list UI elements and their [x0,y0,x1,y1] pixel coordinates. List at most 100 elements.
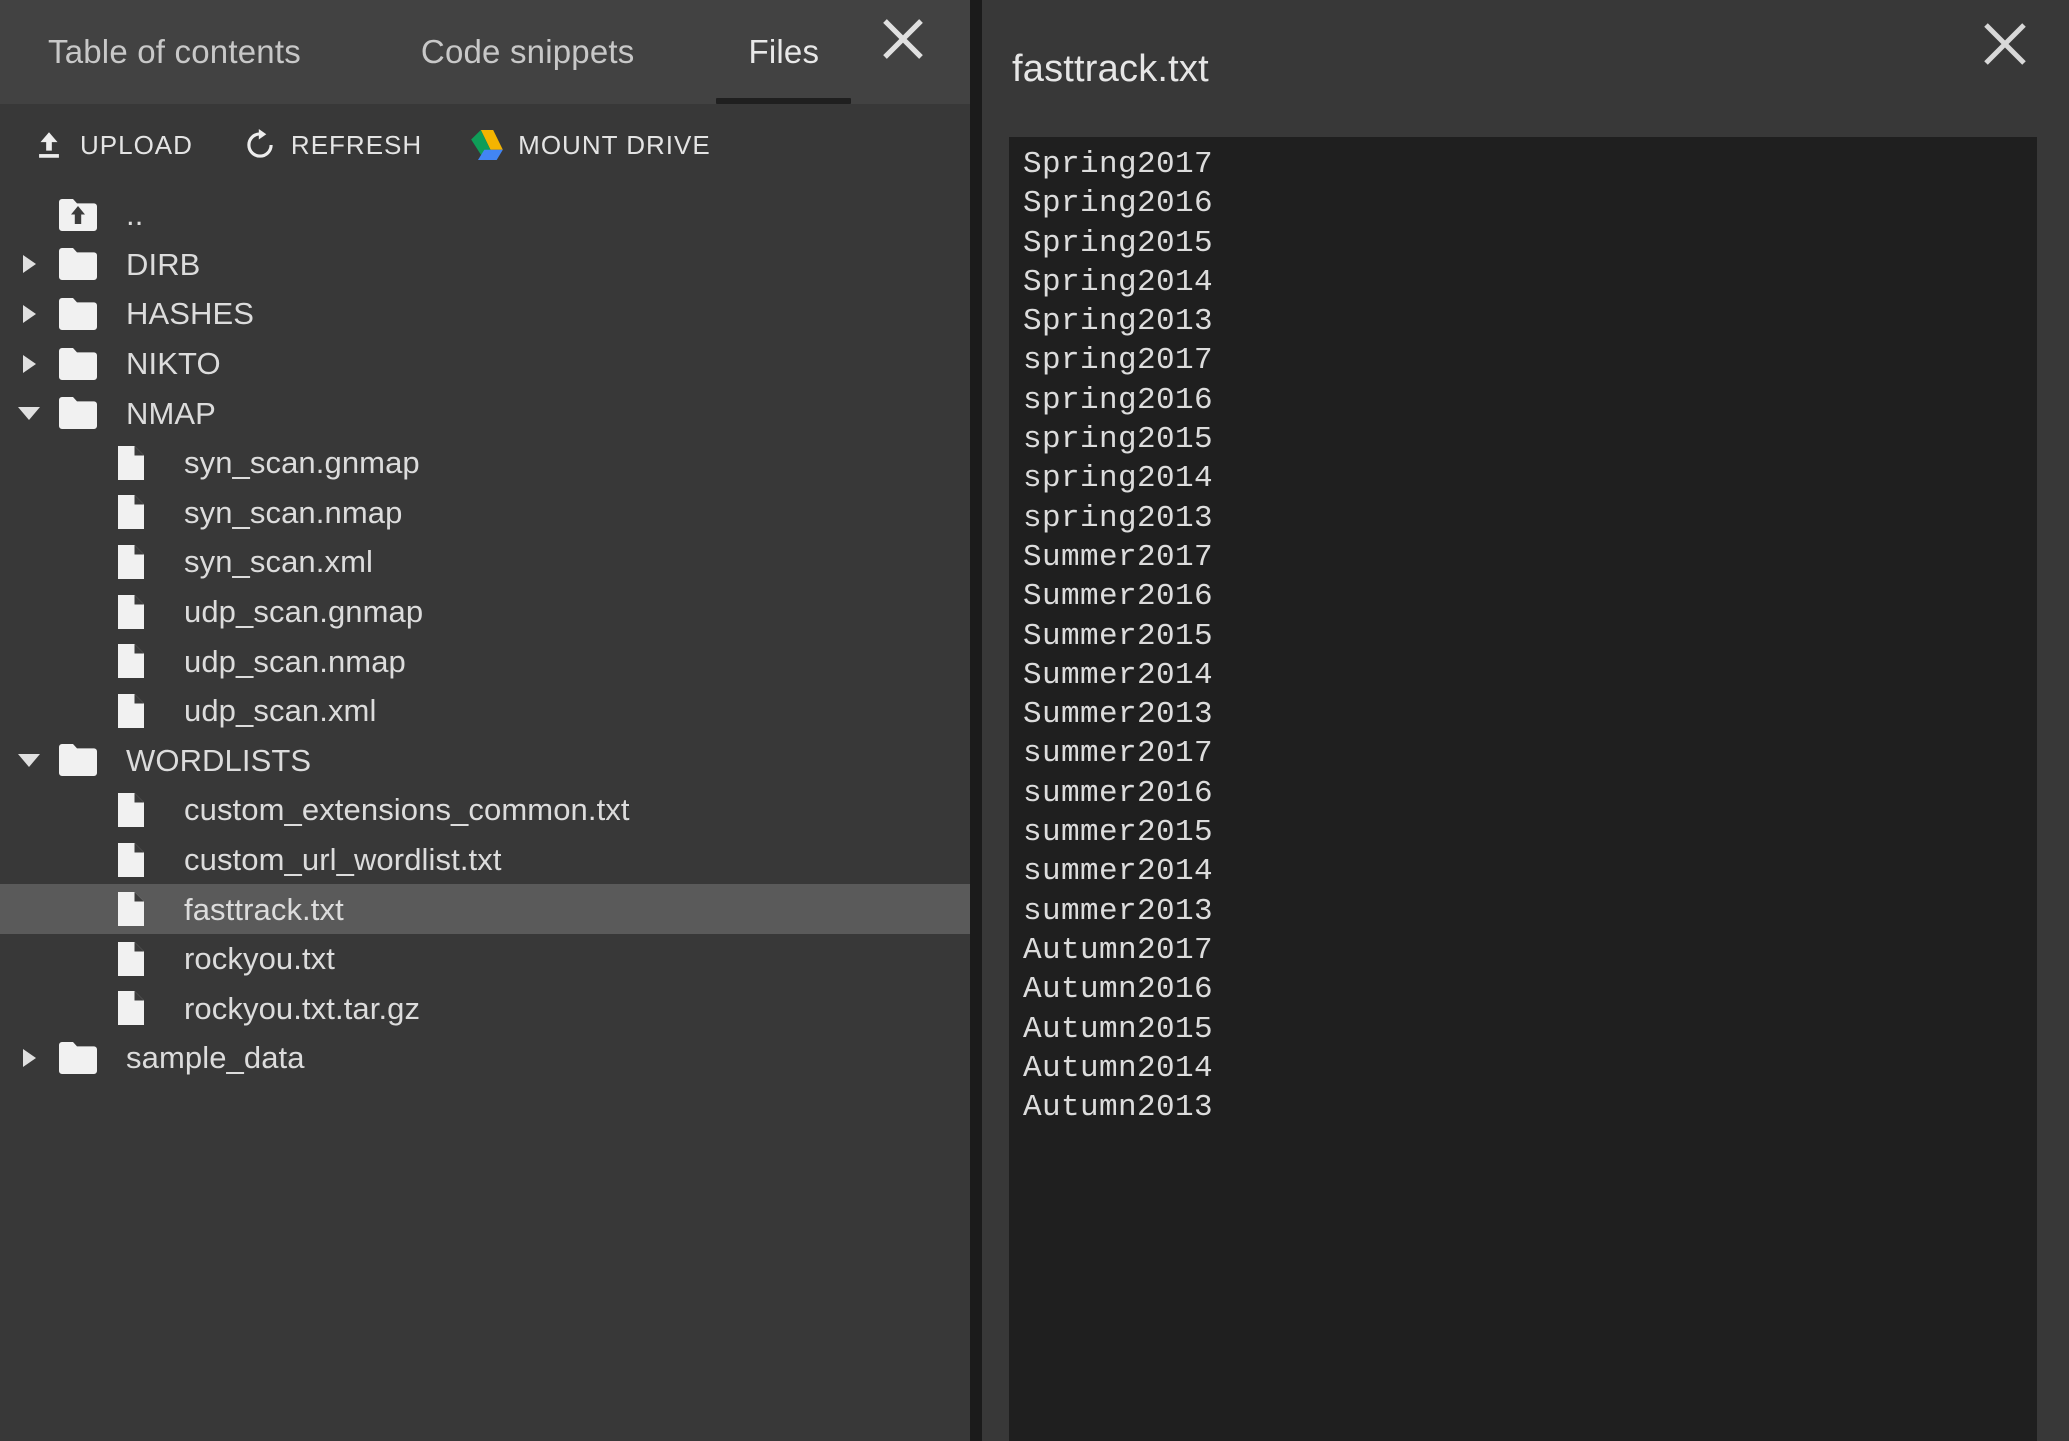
file-icon [118,941,144,976]
file-icon [116,934,172,984]
file-tree-file-row[interactable]: udp_scan.xml [0,686,970,736]
tree-row-label: DIRB [126,246,201,282]
folder-icon [59,397,97,430]
file-icon [116,438,172,488]
chevron-right-icon[interactable] [0,240,58,290]
tree-caret-spacer [58,537,116,587]
mount-drive-button[interactable]: MOUNT DRIVE [454,115,723,175]
file-tree[interactable]: .. DIRB HASHES NIKTO NMAP syn_scan.gnmap syn_s… [0,186,970,1441]
file-tree-file-row[interactable]: syn_scan.gnmap [0,438,970,488]
close-panel-button[interactable] [872,8,934,70]
chevron-right-icon[interactable] [0,339,58,389]
files-panel: Table of contents Code snippets Files UP… [0,0,970,1441]
tab-code-snippets[interactable]: Code snippets [377,0,679,104]
editor-code-line: summer2017 [1023,736,1214,772]
chevron-down-icon[interactable] [0,388,58,438]
editor-content-area[interactable]: Spring2017 Spring2016 Spring2015 Spring2014… [1009,137,2037,1441]
chevron-right-icon[interactable] [0,1033,58,1083]
chevron-down-icon[interactable] [0,736,58,786]
parent-folder-icon [59,198,97,231]
tree-row-label: syn_scan.gnmap [184,445,420,481]
editor-code-line: Spring2013 [1023,304,1214,340]
file-icon [116,488,172,538]
tab-table-of-contents[interactable]: Table of contents [0,0,349,104]
file-tree-folder-row[interactable]: DIRB [0,240,970,290]
folder-icon [58,388,114,438]
chevron-right-icon[interactable] [0,289,58,339]
panel-tabbar: Table of contents Code snippets Files [0,0,970,104]
file-icon [118,693,144,728]
editor-code-line: Spring2014 [1023,264,1214,300]
tree-row-label: rockyou.txt [184,941,335,977]
file-tree-file-row[interactable]: syn_scan.xml [0,537,970,587]
editor-code-line: summer2015 [1023,815,1214,851]
file-icon [116,884,172,934]
editor-code-line: Summer2013 [1023,697,1214,733]
editor-code-line: Spring2017 [1023,147,1214,182]
upload-icon [28,124,70,166]
file-icon [118,594,144,629]
editor-code-line: Summer2017 [1023,539,1214,575]
folder-icon [58,736,114,786]
folder-icon [59,248,97,281]
tree-caret-spacer [58,686,116,736]
file-icon [116,835,172,885]
editor-code-line: Autumn2017 [1023,932,1214,968]
close-editor-button[interactable] [1973,12,2037,76]
file-tree-folder-row[interactable]: NIKTO [0,339,970,389]
folder-icon [59,1041,97,1074]
tree-caret-spacer [58,984,116,1034]
folder-icon [59,297,97,330]
tree-row-label: udp_scan.nmap [184,643,406,679]
folder-icon [58,240,114,290]
editor-code-line: spring2016 [1023,382,1214,418]
folder-icon [58,339,114,389]
file-tree-file-row[interactable]: custom_extensions_common.txt [0,785,970,835]
editor-code-line: Summer2014 [1023,657,1214,693]
close-icon [883,19,923,59]
editor-code-line: summer2016 [1023,775,1214,811]
tab-files[interactable]: Files [708,0,859,104]
file-tree-folder-row[interactable]: NMAP [0,388,970,438]
files-toolbar: UPLOAD REFRESH MOUNT DRIVE [0,104,970,186]
tree-caret-spacer [58,636,116,686]
editor-code-line: spring2013 [1023,500,1214,536]
mount-drive-button-label: MOUNT DRIVE [518,130,711,160]
editor-code-line: Autumn2016 [1023,972,1214,1008]
file-icon [116,785,172,835]
refresh-button-label: REFRESH [290,130,423,160]
tree-row-label: rockyou.txt.tar.gz [184,990,421,1026]
editor-code-line: summer2013 [1023,893,1214,929]
tree-row-label: custom_url_wordlist.txt [184,842,502,878]
editor-code-line: spring2014 [1023,461,1214,497]
file-tree-file-row[interactable]: rockyou.txt [0,934,970,984]
editor-code-line: Autumn2015 [1023,1011,1214,1047]
parent-folder-icon [58,190,114,240]
upload-button[interactable]: UPLOAD [16,115,205,175]
tab-label: Table of contents [48,33,301,70]
file-icon [118,495,144,530]
file-tree-file-row[interactable]: rockyou.txt.tar.gz [0,984,970,1034]
file-tree-folder-row[interactable]: WORDLISTS [0,736,970,786]
file-icon [118,842,144,877]
file-tree-file-row[interactable]: udp_scan.nmap [0,636,970,686]
file-tree-file-row[interactable]: fasttrack.txt [0,884,970,934]
tree-caret-spacer [58,587,116,637]
tree-caret-spacer [58,785,116,835]
file-tree-file-row[interactable]: udp_scan.gnmap [0,587,970,637]
file-tree-folder-row[interactable]: HASHES [0,289,970,339]
chevron-right-glyph [22,304,36,323]
folder-icon [58,289,114,339]
refresh-button[interactable]: REFRESH [227,115,434,175]
panel-divider[interactable] [970,0,982,1441]
file-icon [118,445,144,480]
file-tree-folder-row[interactable]: sample_data [0,1033,970,1083]
refresh-icon [239,124,281,166]
file-tree-file-row[interactable]: syn_scan.nmap [0,488,970,538]
file-tree-file-row[interactable]: custom_url_wordlist.txt [0,835,970,885]
colab-files-panel-screen: Table of contents Code snippets Files UP… [0,0,2069,1441]
file-icon [116,587,172,637]
file-tree-folder-row[interactable]: .. [0,190,970,240]
tree-row-label: syn_scan.nmap [184,494,403,530]
file-icon [118,991,144,1026]
